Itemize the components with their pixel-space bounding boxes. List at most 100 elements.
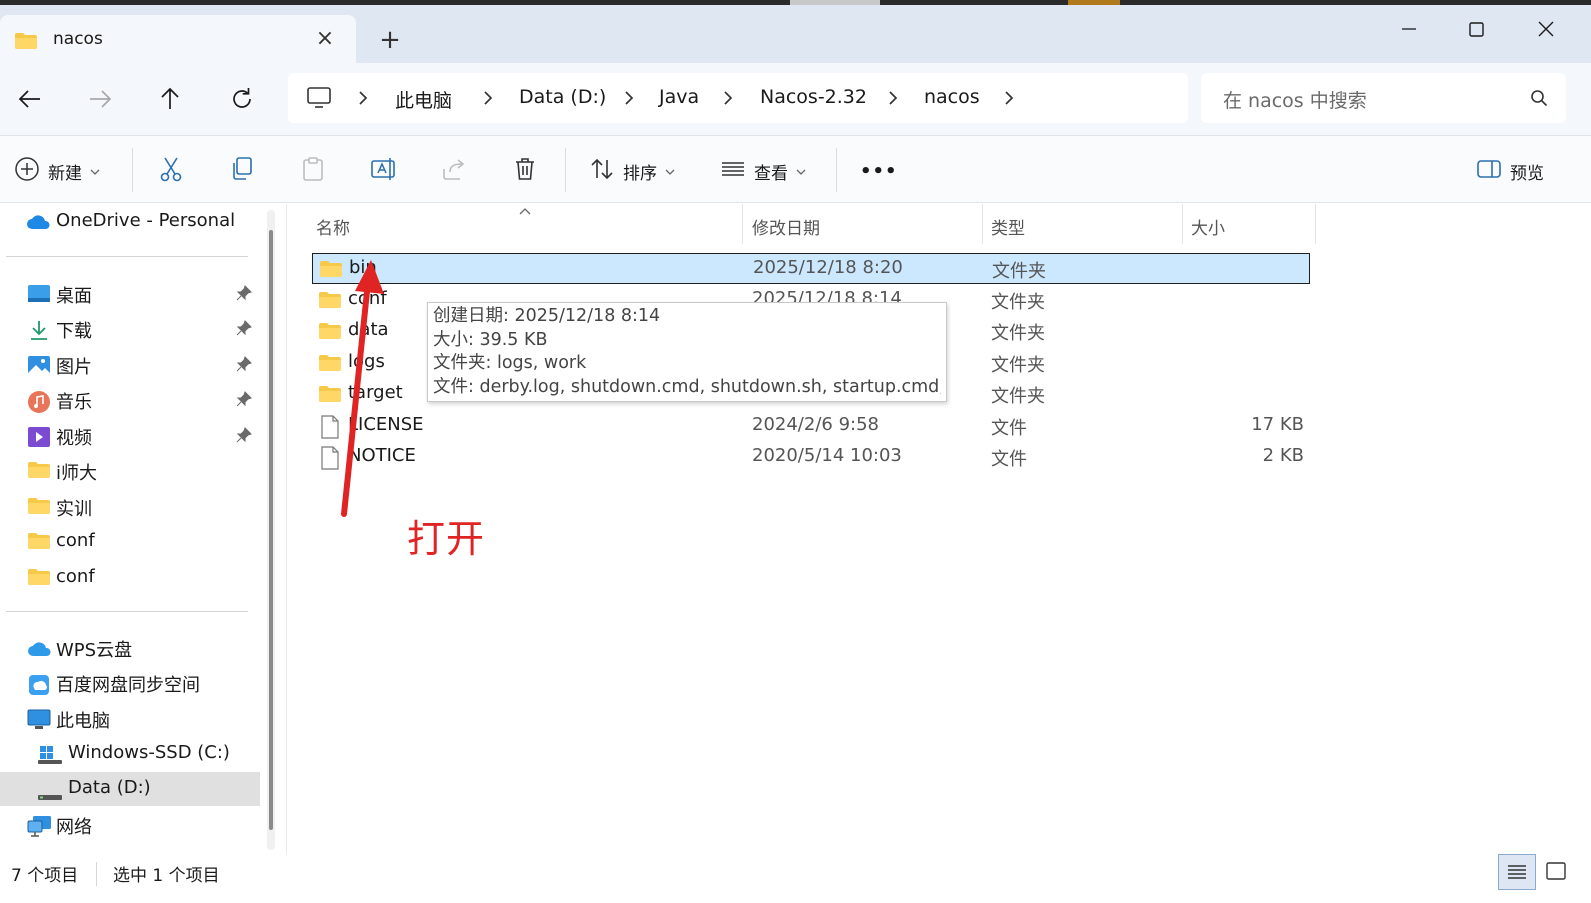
table-row[interactable]: NOTICE 2020/5/14 10:03 文件 2 KB [312,442,1310,473]
table-row[interactable]: LICENSE 2024/2/6 9:58 文件 17 KB [312,411,1310,442]
preview-pane-button[interactable]: 预览 [1476,156,1544,186]
sort-button[interactable]: 排序 [589,156,675,186]
column-header-date[interactable]: 修改日期 [752,214,820,239]
sidebar-item-label: WPS云盘 [56,640,133,661]
new-tab-button[interactable]: + [374,25,406,57]
copy-button[interactable] [228,156,256,186]
sidebar-item-baidu-netdisk[interactable]: 百度网盘同步空间 [0,666,260,700]
drive-icon [38,787,62,806]
chevron-down-icon [665,161,675,181]
chevron-right-icon [622,90,636,106]
sidebar-item-drive-d[interactable]: Data (D:) [0,772,260,806]
sidebar-item-folder[interactable]: i师大 [0,454,260,488]
file-type: 文件 [991,449,1027,470]
item-count: 7 个项目 [11,866,79,886]
breadcrumb-nacos-232[interactable]: Nacos-2.32 [760,86,867,108]
cut-button[interactable] [157,156,185,186]
sidebar-item-pictures[interactable]: 图片 [0,348,260,382]
close-window-icon[interactable] [1523,13,1569,45]
close-tab-icon[interactable]: × [312,26,338,52]
refresh-icon[interactable] [224,81,260,117]
scissors-icon [157,155,185,188]
sidebar-item-desktop[interactable]: 桌面 [0,277,260,311]
sidebar-item-videos[interactable]: 视频 [0,419,260,453]
sidebar-item-folder[interactable]: conf [0,561,260,595]
folder-icon [27,461,51,483]
sidebar-item-label: OneDrive - Personal [56,210,236,231]
delete-button[interactable] [511,156,539,186]
sidebar-item-onedrive[interactable]: OneDrive - Personal [0,205,260,239]
sidebar-scrollbar[interactable] [267,210,275,850]
breadcrumb-drive-d[interactable]: Data (D:) [519,86,606,108]
up-arrow-icon[interactable] [152,81,188,117]
sidebar-item-folder[interactable]: conf [0,525,260,559]
plus-circle-icon [14,156,40,187]
sort-arrows-icon [589,156,615,187]
address-row: 此电脑 Data (D:) Java Nacos-2.32 nacos 在 na… [0,63,1591,135]
file-size: 17 KB [1251,414,1304,435]
chevron-right-icon[interactable] [1002,90,1016,106]
navigation-pane: OneDrive - Personal 桌面 下载 图片 音乐 视频 i师大 实… [0,204,260,854]
minimize-icon[interactable] [1386,13,1432,45]
breadcrumb-nacos[interactable]: nacos [924,86,980,108]
share-button[interactable] [440,156,468,186]
music-icon [27,390,51,418]
sort-button-label: 排序 [623,163,657,184]
table-row[interactable]: bin 2025/12/18 8:20 文件夹 [312,253,1310,284]
tooltip-created: 创建日期: 2025/12/18 8:14 [433,306,661,326]
view-list-icon [720,158,746,185]
file-date: 2024/2/6 9:58 [752,414,879,435]
address-bar[interactable]: 此电脑 Data (D:) Java Nacos-2.32 nacos [288,73,1188,123]
sidebar-item-label: 网络 [56,817,92,838]
sidebar-item-network[interactable]: 网络 [0,808,260,842]
onedrive-cloud-icon [26,213,52,235]
pin-icon[interactable] [236,320,252,340]
search-input[interactable]: 在 nacos 中搜索 [1201,73,1566,123]
column-header-size[interactable]: 大小 [1191,214,1225,239]
sidebar-item-label: 实训 [56,499,92,520]
sidebar-item-music[interactable]: 音乐 [0,383,260,417]
status-bar: 7 个项目 选中 1 个项目 [0,854,1591,903]
paste-icon [299,155,327,188]
rename-button[interactable] [369,156,399,186]
windows-drive-icon [38,746,62,768]
pin-icon[interactable] [236,285,252,305]
network-icon [27,815,53,843]
command-bar: 新建 排序 查看 ••• 预览 [0,135,1591,203]
sidebar-item-label: 下载 [56,321,92,342]
paste-button[interactable] [299,156,327,186]
pane-divider[interactable] [286,204,287,854]
annotation-label: 打开 [407,517,486,561]
sidebar-item-label: i师大 [56,463,98,484]
details-view-button[interactable] [1498,854,1536,890]
folder-icon [14,32,38,54]
sidebar-item-wps-cloud[interactable]: WPS云盘 [0,631,260,665]
search-placeholder: 在 nacos 中搜索 [1223,90,1367,112]
tab-nacos[interactable]: nacos × [0,15,356,67]
pin-icon[interactable] [236,427,252,447]
sidebar-item-this-pc[interactable]: 此电脑 [0,702,260,736]
tiles-view-button[interactable] [1541,854,1579,890]
sidebar-item-drive-c[interactable]: Windows-SSD (C:) [0,737,260,771]
breadcrumb-this-pc[interactable]: 此电脑 [395,86,452,113]
trash-icon [511,155,539,188]
sidebar-item-downloads[interactable]: 下载 [0,312,260,346]
new-button[interactable]: 新建 [14,156,100,186]
title-bar: nacos × + [0,5,1591,67]
maximize-icon[interactable] [1454,13,1500,45]
chevron-right-icon [886,90,900,106]
breadcrumb-java[interactable]: Java [659,86,699,108]
sidebar-item-label: 图片 [56,357,92,378]
column-header-name[interactable]: 名称 [316,214,350,239]
forward-arrow-icon[interactable] [82,81,118,117]
column-header-type[interactable]: 类型 [991,214,1025,239]
file-type: 文件 [991,418,1027,439]
view-button[interactable]: 查看 [720,156,806,186]
tooltip-folders: 文件夹: logs, work [433,353,587,373]
pin-icon[interactable] [236,391,252,411]
sidebar-item-folder[interactable]: 实训 [0,490,260,524]
pin-icon[interactable] [236,356,252,376]
more-options-button[interactable]: ••• [860,156,898,186]
sidebar-item-label: Windows-SSD (C:) [68,742,230,763]
back-arrow-icon[interactable] [12,81,48,117]
